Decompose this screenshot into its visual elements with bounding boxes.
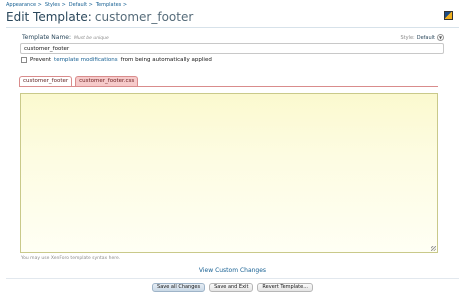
page-title-label: Edit Template: [6,10,92,24]
page-title: Edit Template: customer_footer [6,10,193,24]
tab-customer-footer-css[interactable]: customer_footer.css [75,76,139,86]
style-label: Style: [400,34,415,41]
style-selector[interactable]: Style: Default ▼ [400,34,444,41]
template-name-label-group: Template Name: Must be unique [22,34,109,41]
syntax-note: You may use XenForo template syntax here… [21,256,121,261]
template-tabs: customer_footer customer_footer.css [19,76,139,86]
tab-customer-footer[interactable]: customer_footer [19,76,73,86]
breadcrumb-item-appearance[interactable]: Appearance > [6,2,42,8]
tab-divider [19,86,438,87]
prevent-suffix: from being automatically applied [120,57,212,63]
page-title-value: customer_footer [94,10,194,24]
revert-template-button[interactable]: Revert Template... [257,283,313,292]
save-and-exit-button[interactable]: Save and Exit [209,283,254,292]
breadcrumb: Appearance > Styles > Default > Template… [6,2,127,8]
title-divider [6,27,459,28]
resize-handle-icon[interactable] [431,246,436,251]
breadcrumb-item-default[interactable]: Default > [69,2,93,8]
app-logo-icon [444,11,453,20]
template-modifications-link[interactable]: template modifications [54,57,118,63]
template-editor[interactable] [20,93,438,253]
chevron-down-icon[interactable]: ▼ [437,34,444,41]
prevent-prefix: Prevent [30,57,52,63]
template-name-label: Template Name: [22,34,72,41]
breadcrumb-item-styles[interactable]: Styles > [45,2,66,8]
breadcrumb-item-templates[interactable]: Templates > [96,2,127,8]
style-value[interactable]: Default [417,35,435,41]
form-buttons: Save all Changes Save and Exit Revert Te… [0,283,465,292]
save-all-changes-button[interactable]: Save all Changes [152,283,206,292]
template-name-hint: Must be unique [74,36,109,41]
bottom-divider [6,278,459,279]
view-custom-changes-link[interactable]: View Custom Changes [0,267,465,274]
prevent-modifications-row: Prevent template modifications from bein… [21,57,212,63]
prevent-modifications-checkbox[interactable] [21,57,27,63]
template-name-input[interactable] [20,43,444,54]
